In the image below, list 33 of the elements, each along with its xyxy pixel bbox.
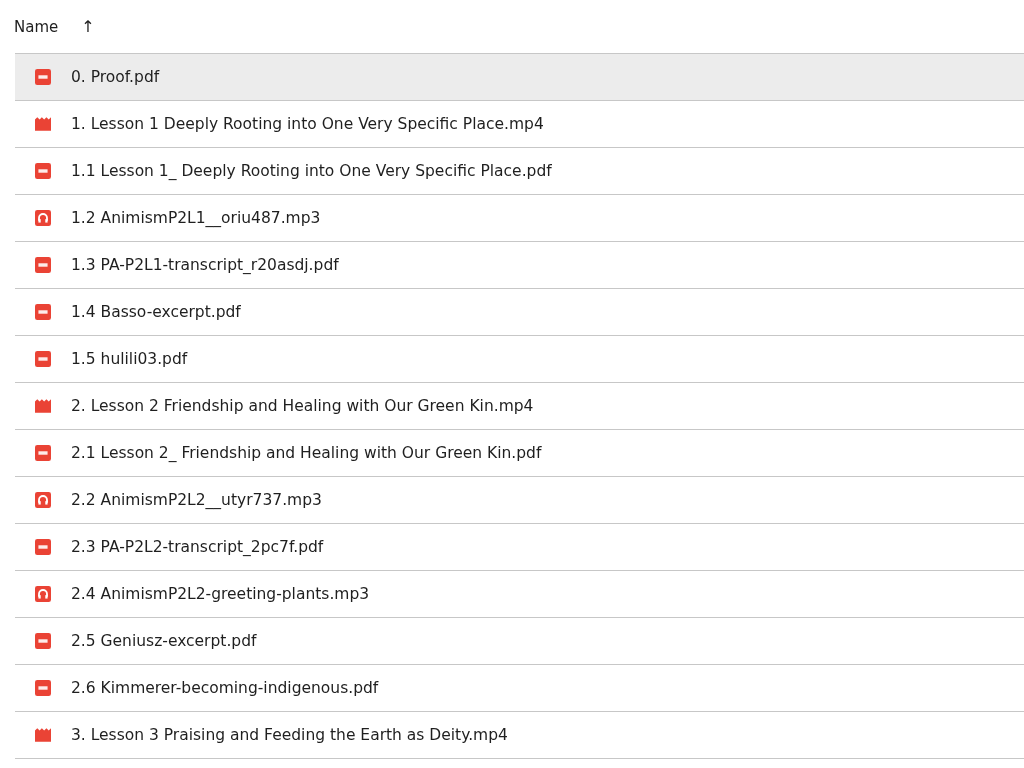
pdf-file-icon (35, 304, 51, 320)
headphones-icon (35, 492, 51, 508)
pdf-file-icon (35, 445, 51, 461)
pdf-file-icon (35, 163, 51, 179)
pdf-file-icon (35, 257, 51, 273)
clapperboard-icon (35, 116, 51, 132)
file-name: 3. Lesson 3 Praising and Feeding the Earth as Deity.mp4 (71, 726, 508, 744)
clapperboard-icon (35, 727, 51, 743)
headphones-icon (35, 586, 51, 602)
file-name: 2. Lesson 2 Friendship and Healing with Our Green Kin.mp4 (71, 397, 534, 415)
file-name: 1.5 hulili03.pdf (71, 350, 188, 368)
file-name: 1.3 PA-P2L1-transcript_r20asdj.pdf (71, 256, 339, 274)
file-name: 2.1 Lesson 2_ Friendship and Healing with Our Green Kin.pdf (71, 444, 542, 462)
file-name: 0. Proof.pdf (71, 68, 160, 86)
file-name: 2.3 PA-P2L2-transcript_2pc7f.pdf (71, 538, 324, 556)
file-name: 2.4 AnimismP2L2-greeting-plants.mp3 (71, 585, 370, 603)
pdf-file-icon (35, 539, 51, 555)
file-name: 1.4 Basso-excerpt.pdf (71, 303, 241, 321)
file-name: 1. Lesson 1 Deeply Rooting into One Very Specific Place.mp4 (71, 115, 544, 133)
clapperboard-icon (35, 398, 51, 414)
file-name: 1.2 AnimismP2L1__oriu487.mp3 (71, 209, 321, 227)
file-name: 2.2 AnimismP2L2__utyr737.mp3 (71, 491, 322, 509)
pdf-file-icon (35, 680, 51, 696)
file-name: 1.1 Lesson 1_ Deeply Rooting into One Very Specific Place.pdf (71, 162, 552, 180)
pdf-file-icon (35, 633, 51, 649)
headphones-icon (35, 210, 51, 226)
sort-direction-button[interactable]: ↑ (81, 17, 95, 36)
pdf-file-icon (35, 351, 51, 367)
file-row[interactable]: 0. Proof.pdf (15, 54, 1024, 101)
file-name: 2.6 Kimmerer-becoming-indigenous.pdf (71, 679, 379, 697)
name-column-header[interactable]: Name (14, 17, 59, 36)
pdf-file-icon (35, 69, 51, 85)
file-name: 2.5 Geniusz-excerpt.pdf (71, 632, 257, 650)
